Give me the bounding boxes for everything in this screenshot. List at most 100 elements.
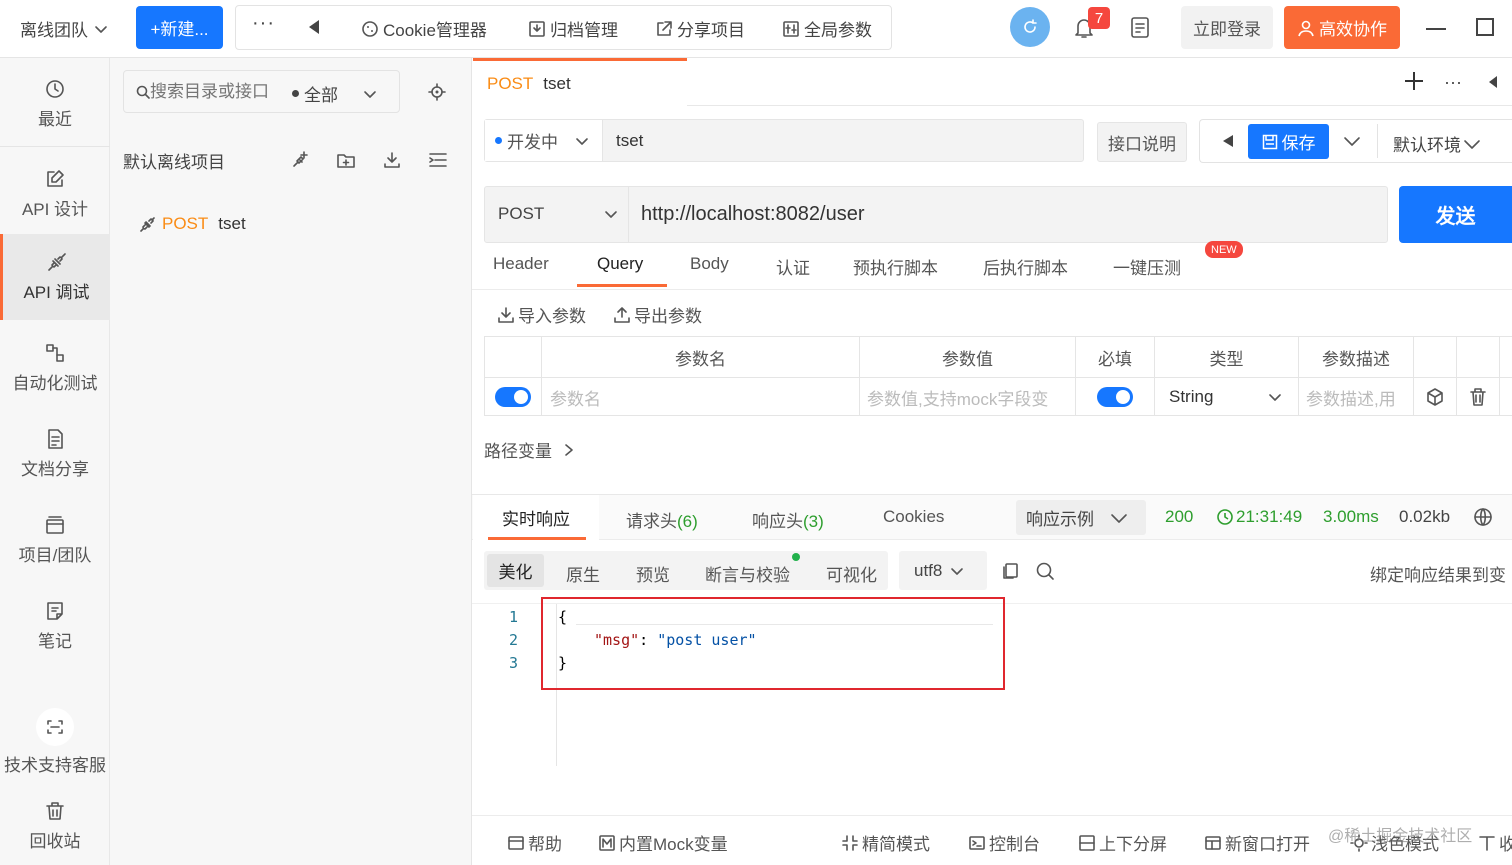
view-tab-assertion[interactable]: 断言与校验 <box>705 561 790 586</box>
search-icon[interactable] <box>1035 561 1055 581</box>
plug-icon <box>140 217 155 232</box>
list-menu-icon[interactable] <box>428 150 448 170</box>
team-selector[interactable]: 离线团队 <box>20 16 108 41</box>
chevron-down-icon <box>605 211 618 218</box>
collapse-button[interactable]: 收缩 <box>1478 830 1512 855</box>
status-select[interactable]: 开发中 <box>485 120 603 161</box>
tab-post-script[interactable]: 后执行脚本 <box>983 254 1068 279</box>
notification-badge: 7 <box>1088 7 1110 29</box>
type-select[interactable]: String <box>1155 378 1299 416</box>
tree-api-item[interactable]: POST tset <box>140 214 246 234</box>
locate-icon[interactable] <box>428 83 446 101</box>
col-required: 必填 <box>1076 336 1155 378</box>
method-select[interactable]: POST <box>498 204 618 224</box>
add-folder-icon[interactable] <box>336 150 356 170</box>
collapse-left-icon[interactable] <box>307 19 321 35</box>
chevron-down-icon <box>1269 394 1281 401</box>
cookie-manager-button[interactable]: Cookie管理器 <box>361 16 487 41</box>
chevron-down-icon <box>95 25 107 33</box>
env-select[interactable]: 默认环境 <box>1393 131 1481 156</box>
request-name-input[interactable]: tset <box>616 131 643 151</box>
tab-request-headers[interactable]: 请求头(6) <box>626 507 698 532</box>
search-input[interactable] <box>150 79 280 105</box>
tab-realtime-response[interactable]: 实时响应 <box>473 495 599 540</box>
divider <box>1377 124 1378 158</box>
param-desc-input[interactable]: 参数描述,用 <box>1299 378 1414 416</box>
send-button[interactable]: 发送 <box>1399 186 1512 243</box>
tab-query[interactable]: Query <box>597 254 643 274</box>
tab-cookies[interactable]: Cookies <box>883 507 944 527</box>
notes-icon[interactable] <box>1129 16 1151 40</box>
minimize-icon[interactable] <box>1426 28 1446 30</box>
globe-icon[interactable] <box>1473 507 1493 527</box>
response-example-select[interactable]: 响应示例 <box>1016 500 1146 535</box>
required-cell <box>1076 378 1155 416</box>
tab-pre-script[interactable]: 预执行脚本 <box>853 254 938 279</box>
sync-button[interactable] <box>1010 7 1050 47</box>
collab-button[interactable]: 高效协作 <box>1284 6 1400 49</box>
rail-item-trash[interactable]: 回收站 <box>0 800 110 852</box>
table-row-enable-cell <box>485 378 542 416</box>
required-toggle[interactable] <box>1097 387 1133 407</box>
new-window-button[interactable]: 新窗口打开 <box>1204 830 1310 855</box>
console-button[interactable]: 控制台 <box>968 830 1040 855</box>
tab-response-headers[interactable]: 响应头(3) <box>752 507 824 532</box>
filter-select[interactable]: 全部 <box>292 81 377 106</box>
save-button[interactable]: 保存 <box>1248 124 1329 159</box>
add-tab-icon[interactable] <box>1403 70 1425 92</box>
rail-item-automation[interactable]: 自动化测试 <box>0 342 110 394</box>
export-params-button[interactable]: 导出参数 <box>613 302 702 327</box>
tab-more-icon[interactable]: ··· <box>1444 72 1462 93</box>
col-action-1 <box>1414 336 1457 378</box>
copy-icon[interactable] <box>1000 561 1020 581</box>
tab-stress-test[interactable]: 一键压测 <box>1113 254 1181 279</box>
mock-vars-button[interactable]: 内置Mock变量 <box>598 830 728 855</box>
split-view-button[interactable]: 上下分屏 <box>1078 830 1167 855</box>
view-tab-preview[interactable]: 预览 <box>636 561 670 586</box>
doc-button[interactable]: 接口说明 <box>1097 122 1187 162</box>
view-tab-pretty[interactable]: 美化 <box>487 554 544 587</box>
rail-item-doc-share[interactable]: 文档分享 <box>0 428 110 480</box>
rail-item-project-team[interactable]: 项目/团队 <box>0 514 110 566</box>
clock-icon <box>1217 509 1233 525</box>
path-variables-toggle[interactable]: 路径变量 <box>484 437 574 462</box>
view-tab-visualize[interactable]: 可视化 <box>826 561 877 586</box>
add-api-icon[interactable] <box>290 150 310 170</box>
url-input[interactable]: http://localhost:8082/user <box>641 203 864 226</box>
rail-item-api-debug[interactable]: API 调试 <box>0 234 110 320</box>
maximize-icon[interactable] <box>1476 18 1494 36</box>
tab-auth[interactable]: 认证 <box>776 254 810 279</box>
tab-header[interactable]: Header <box>493 254 549 274</box>
request-tab[interactable]: POST tset <box>473 58 687 106</box>
more-icon[interactable]: ··· <box>252 12 275 35</box>
global-params-button[interactable]: 全局参数 <box>782 16 872 41</box>
import-params-button[interactable]: 导入参数 <box>497 302 586 327</box>
enable-toggle[interactable] <box>495 387 531 407</box>
archive-manager-button[interactable]: 归档管理 <box>528 16 618 41</box>
rail-item-notes[interactable]: 笔记 <box>0 600 110 652</box>
cube-icon[interactable] <box>1425 387 1445 407</box>
download-icon[interactable] <box>382 150 402 170</box>
help-button[interactable]: 帮助 <box>507 830 562 855</box>
param-name-input[interactable]: 参数名 <box>542 378 860 416</box>
login-button[interactable]: 立即登录 <box>1181 6 1273 49</box>
param-value-input[interactable]: 参数值,支持mock字段变 <box>860 378 1076 416</box>
search-box[interactable]: 全部 <box>123 70 400 113</box>
encoding-select[interactable]: utf8 <box>899 551 987 590</box>
share-project-button[interactable]: 分享项目 <box>655 16 745 41</box>
collapse-left-icon[interactable] <box>1488 75 1498 89</box>
tab-body[interactable]: Body <box>690 254 729 274</box>
trash-icon[interactable] <box>1468 387 1488 407</box>
collapse-left-icon[interactable] <box>1222 134 1234 148</box>
save-options-icon[interactable] <box>1343 133 1361 149</box>
bind-result-link[interactable]: 绑定响应结果到变 <box>1370 561 1506 586</box>
tabs-line <box>472 289 1512 290</box>
mock-icon <box>599 834 615 851</box>
rail-item-api-design[interactable]: API 设计 <box>0 168 110 220</box>
simple-mode-button[interactable]: 精简模式 <box>841 830 930 855</box>
rail-item-support[interactable]: 技术支持客服 <box>0 708 110 776</box>
view-tab-raw[interactable]: 原生 <box>566 561 600 586</box>
new-button[interactable]: +新建... <box>136 6 223 49</box>
clock-icon <box>46 80 64 98</box>
rail-item-recent[interactable]: 最近 <box>0 78 110 130</box>
